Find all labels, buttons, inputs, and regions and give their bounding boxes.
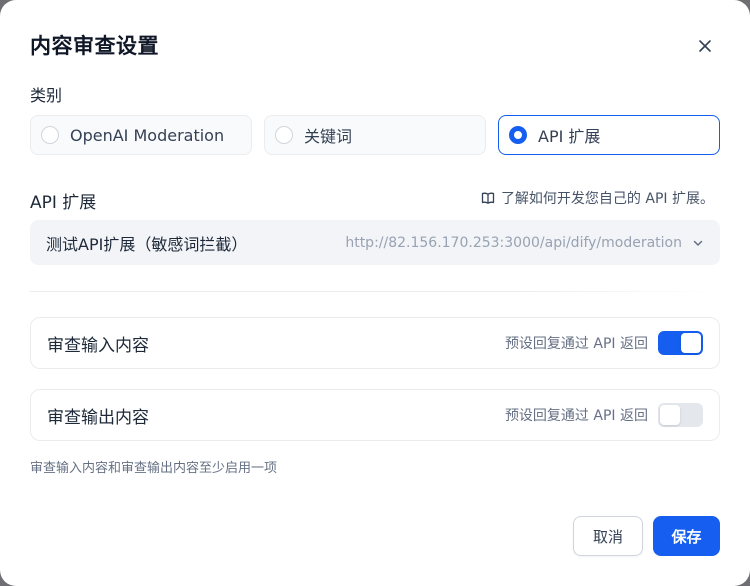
api-extension-select[interactable]: 测试API扩展（敏感词拦截） http://82.156.170.253:300… [30,220,720,265]
review-output-hint: 预设回复通过 API 返回 [504,408,648,424]
radio-unchecked-icon [41,126,59,144]
category-option-api-extension[interactable]: API 扩展 [498,115,720,155]
save-button[interactable]: 保存 [653,516,720,556]
review-output-title: 审查输出内容 [47,407,149,428]
option-label: API 扩展 [538,127,601,146]
api-extension-doc-link[interactable]: 了解如何开发您自己的 API 扩展。 [481,188,714,208]
review-input-title: 审查输入内容 [47,335,149,356]
api-extension-name: 测试API扩展（敏感词拦截） [46,234,248,254]
review-output-card: 审查输出内容 预设回复通过 API 返回 [30,389,720,441]
moderation-settings-dialog: 内容审查设置 类别 OpenAI Moderation 关键词 API 扩展 A… [0,0,750,586]
cancel-button[interactable]: 取消 [573,516,643,556]
moderation-footnote: 审查输入内容和审查输出内容至少启用一项 [30,461,278,476]
category-option-keywords[interactable]: 关键词 [264,115,486,155]
chevron-down-icon [692,237,704,249]
toggle-knob [681,333,701,353]
dialog-title: 内容审查设置 [30,34,159,58]
doc-link-text: 了解如何开发您自己的 API 扩展。 [500,191,714,207]
option-label: OpenAI Moderation [70,125,225,145]
section-divider [30,291,720,292]
book-icon [481,192,495,204]
review-output-toggle[interactable] [658,403,703,427]
category-options: OpenAI Moderation 关键词 API 扩展 [30,115,720,155]
option-label: 关键词 [304,127,353,146]
close-icon [699,40,711,52]
radio-unchecked-icon [275,126,293,144]
review-input-card: 审查输入内容 预设回复通过 API 返回 [30,317,720,369]
category-label: 类别 [30,86,63,105]
review-input-toggle[interactable] [658,331,703,355]
api-extension-url: http://82.156.170.253:3000/api/dify/mode… [345,234,682,251]
api-extension-label: API 扩展 [30,193,97,213]
close-button[interactable] [692,33,718,59]
review-input-hint: 预设回复通过 API 返回 [504,336,648,352]
toggle-knob [660,405,680,425]
radio-checked-icon [509,126,527,144]
category-option-openai-moderation[interactable]: OpenAI Moderation [30,115,252,155]
